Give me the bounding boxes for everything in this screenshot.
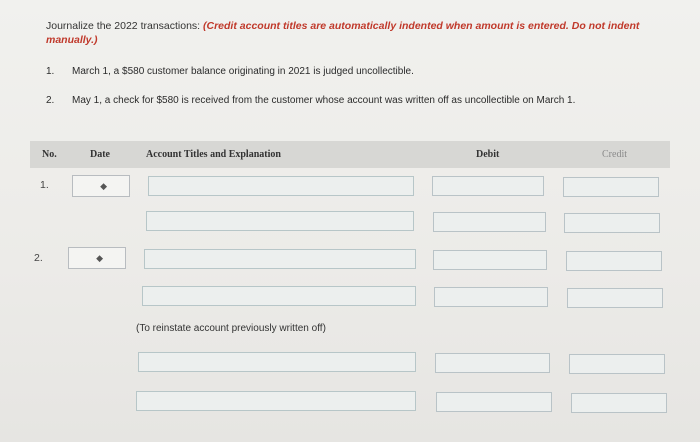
entry-2-number: 2. [34,252,43,264]
entry-1-line-1-account[interactable] [148,176,414,196]
chevron-updown-icon: ◆ [96,253,103,263]
header-no: No. [42,149,57,160]
entry-2-line-1-credit[interactable] [566,251,662,271]
entry-1-line-2-account[interactable] [146,211,414,231]
entry-2-line-2-account[interactable] [142,286,416,306]
entry-2-line-2-credit[interactable] [567,288,663,308]
entry-2-line-3-credit[interactable] [569,354,665,374]
entry-2-line-1-account[interactable] [144,249,416,269]
transaction-1-text: March 1, a $580 customer balance origina… [72,66,414,77]
entry-2-line-3-debit[interactable] [435,353,550,373]
entry-2-line-1-debit[interactable] [433,250,547,270]
transaction-1: 1. March 1, a $580 customer balance origi… [46,66,414,77]
transaction-2: 2. May 1, a check for $580 is received fr… [46,95,575,106]
transaction-2-text: May 1, a check for $580 is received from… [72,95,576,106]
entry-2-explanation: (To reinstate account previously written… [136,323,326,334]
entry-2-line-4-debit[interactable] [436,392,552,412]
instructions: Journalize the 2022 transactions: (Credi… [46,19,666,47]
entry-2-line-4-credit[interactable] [571,393,667,413]
entry-2-line-2-debit[interactable] [434,287,548,307]
entry-2-date-select[interactable]: ◆ [68,247,126,269]
header-debit: Debit [476,149,500,160]
entry-2-line-4-account[interactable] [136,391,416,411]
transaction-2-number: 2. [46,95,55,106]
chevron-updown-icon: ◆ [100,181,107,191]
header-credit: Credit [602,149,627,160]
header-account: Account Titles and Explanation [146,149,281,160]
transaction-1-number: 1. [46,66,55,77]
entry-2-line-3-account[interactable] [138,352,416,372]
instructions-lead: Journalize the 2022 transactions: [46,20,204,32]
entry-1-date-select[interactable]: ◆ [72,175,130,197]
entry-1-line-2-credit[interactable] [564,213,660,233]
header-date: Date [90,149,110,160]
entry-1-line-2-debit[interactable] [433,212,546,232]
entry-1-number: 1. [40,179,49,191]
journal-entry-page: Journalize the 2022 transactions: (Credi… [0,0,700,442]
entry-1-line-1-credit[interactable] [563,177,659,197]
journal-table-header: No. Date Account Titles and Explanation … [30,141,670,168]
entry-1-line-1-debit[interactable] [432,176,544,196]
